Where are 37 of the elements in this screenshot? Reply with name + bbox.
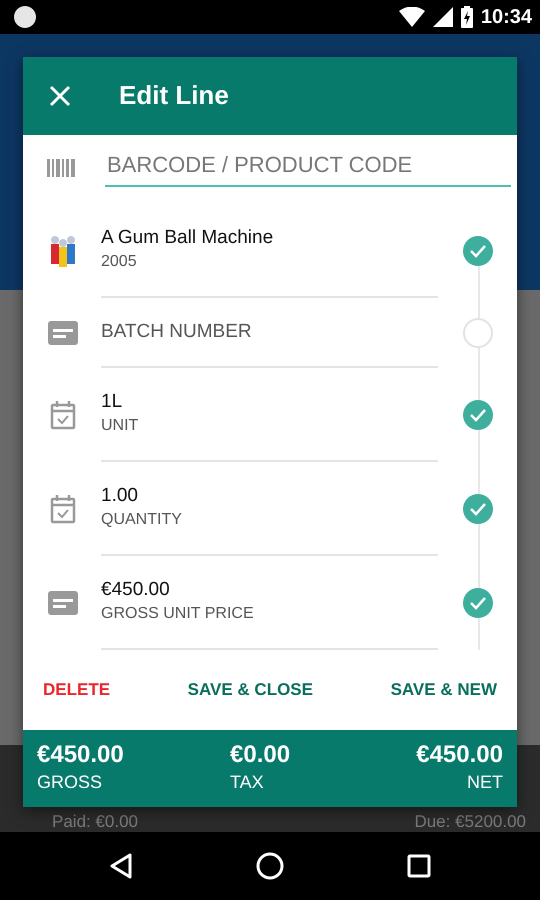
field-label: UNIT	[101, 416, 140, 436]
total-label: TAX	[230, 770, 265, 794]
paid-amount: Paid: €0.00	[52, 812, 138, 832]
barcode-icon	[47, 158, 75, 176]
calendar-check-icon	[50, 494, 76, 524]
total-label: NET	[466, 770, 503, 794]
wifi-icon	[398, 7, 425, 27]
field-label: GROSS UNIT PRICE	[101, 604, 255, 624]
close-icon	[49, 85, 71, 107]
due-amount: Due: €5200.00	[414, 812, 526, 832]
field-value: €450.00	[101, 578, 171, 602]
field-value: 1.00	[101, 484, 139, 508]
total-label: GROSS	[37, 770, 104, 794]
card-icon	[48, 591, 78, 615]
signal-icon	[432, 7, 453, 27]
back-icon[interactable]	[109, 853, 134, 879]
notification-dot-icon	[14, 6, 36, 28]
field-label: QUANTITY	[101, 510, 183, 530]
total-amount: €450.00	[37, 741, 125, 769]
home-icon[interactable]	[256, 852, 284, 880]
recents-icon[interactable]	[406, 854, 431, 878]
dialog-title: Edit Line	[119, 80, 229, 112]
calendar-check-icon	[50, 400, 76, 430]
text-input-field[interactable]: BATCH NUMBER	[101, 318, 438, 346]
total-amount: €450.00	[416, 741, 503, 769]
field-value: 1L	[101, 390, 124, 414]
field-label: 2005	[101, 252, 138, 272]
close-button[interactable]	[49, 85, 71, 107]
total-amount: €0.00	[230, 741, 292, 769]
gumball-machine-icon	[49, 234, 77, 268]
card-icon	[48, 321, 78, 345]
battery-icon	[460, 6, 473, 28]
save-button[interactable]: SAVE & CLOSE	[178, 671, 323, 709]
clock-time: 10:34	[480, 5, 532, 30]
delete-button[interactable]: DELETE	[33, 671, 120, 709]
field-value: A Gum Ball Machine	[101, 226, 274, 250]
save-button[interactable]: SAVE & NEW	[380, 671, 507, 709]
